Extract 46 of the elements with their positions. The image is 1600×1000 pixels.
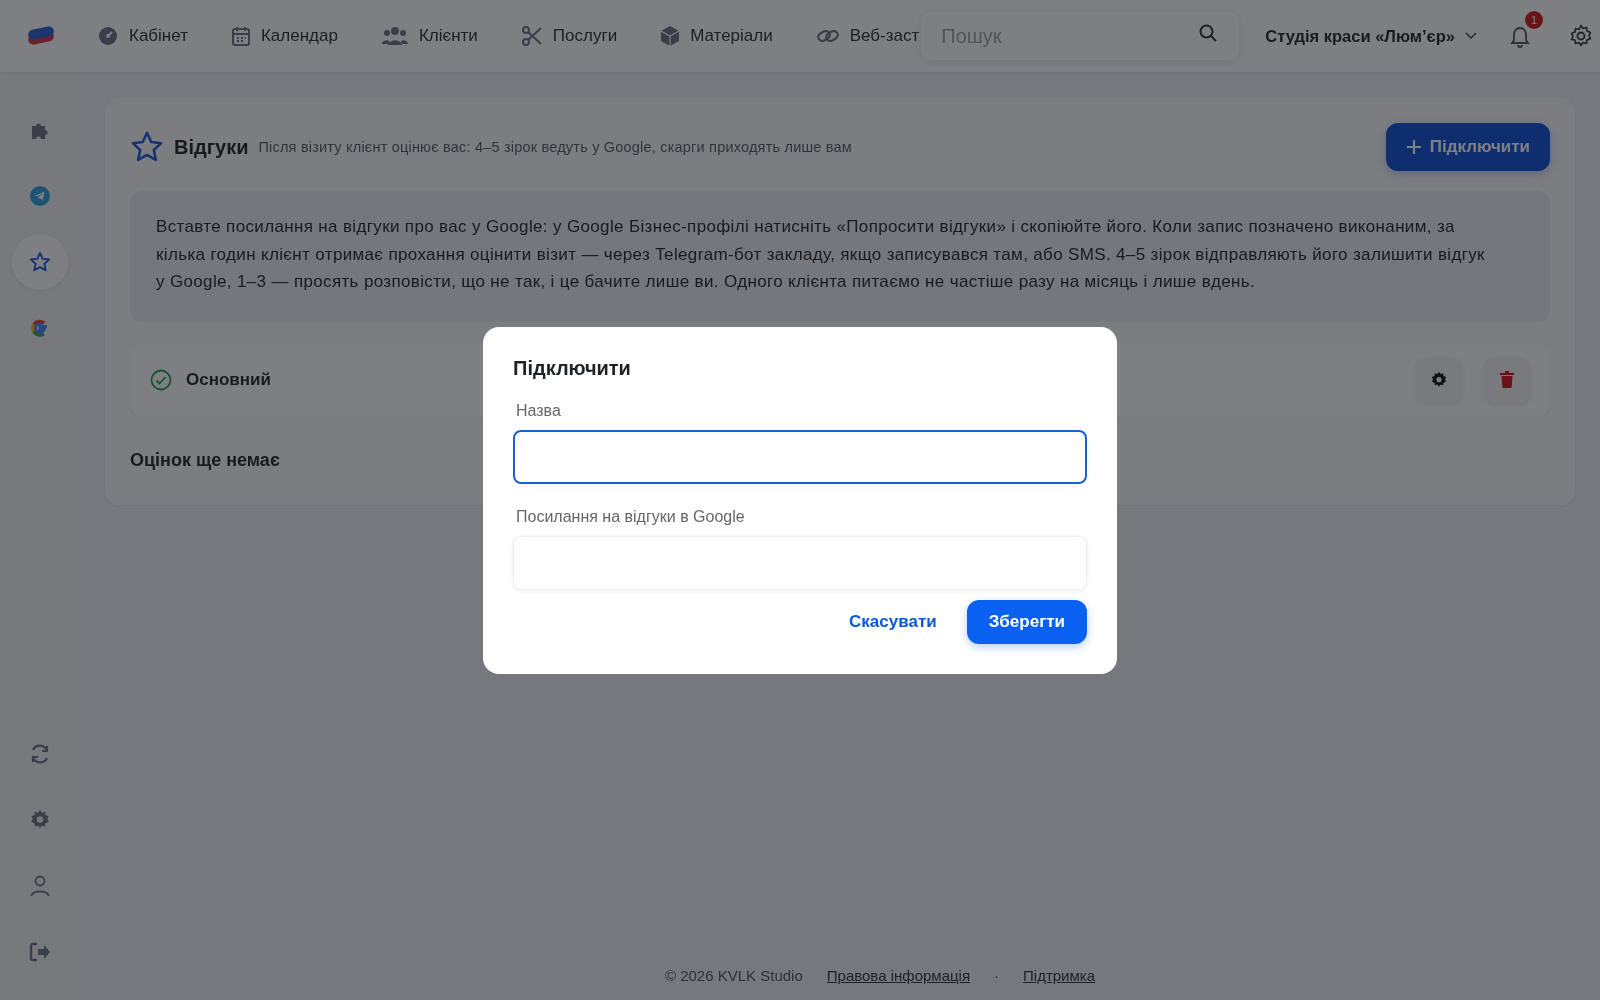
search-icon[interactable]	[1199, 24, 1218, 42]
nav-link[interactable]: Веб-заст	[816, 26, 920, 46]
info-text: Вставте посилання на відгуки про вас у Google: у Google Бізнес-профілі натисніть «Попросити відгуки» і скопіюйте його. Коли запис позначено виконаним, за кілька годин клієнт отримає прохання оцінити візит — через Telegram-бот закладу, якщо записувався там, або SMS. 4–5 зірок відправляють його залишити відгук у Google, 1–3 — просять розповісти, що не так, і це бачите лише ви. Одного клієнта питаємо не частіше разу на місяць і лише вдень.	[130, 191, 1550, 322]
settings-icon[interactable]	[1568, 24, 1593, 48]
studio-menu[interactable]: Студія краси «Люм’єр»	[1265, 26, 1477, 46]
save-button[interactable]: Зберегти	[966, 599, 1087, 644]
connect-button[interactable]: Підключити	[1385, 123, 1550, 171]
bell-icon	[1509, 26, 1530, 48]
empty-state-text: Оцінок ще немає	[130, 449, 281, 471]
separator-dot: ·	[994, 967, 1000, 984]
cube-icon	[661, 26, 680, 46]
nav-link[interactable]: Кабінет	[98, 26, 188, 46]
settings-icon	[1430, 370, 1448, 389]
page-subtitle: Після візиту клієнт оцінює вас: 4–5 зірок ведуть у Google, скарги приходять лише вам	[258, 139, 852, 155]
copyright-text: © 2026 KVLK Studio	[664, 967, 803, 984]
gauge-icon	[98, 26, 118, 46]
logout-icon	[29, 942, 51, 962]
integration-name: Основний	[186, 369, 271, 390]
footer-link[interactable]: Підтримка	[1023, 967, 1096, 984]
chevron-down-icon	[1464, 32, 1477, 40]
input-field[interactable]	[513, 429, 1087, 484]
star-icon	[130, 130, 164, 164]
nav-link[interactable]: Клієнти	[381, 26, 478, 46]
users-icon	[381, 26, 408, 46]
paper-plane-icon	[30, 186, 50, 206]
notifications-button[interactable]: 1	[1506, 11, 1543, 51]
nav-link[interactable]: Календар	[231, 26, 338, 46]
google-g-icon	[30, 318, 50, 338]
page-title: Відгуки	[174, 135, 249, 159]
footer-link[interactable]: Правова інформація	[826, 967, 971, 984]
notification-count: 1	[1524, 11, 1543, 29]
scissors-icon	[521, 26, 542, 46]
logo-icon[interactable]	[26, 25, 56, 47]
dialog-title: Підключити	[513, 356, 632, 380]
nav-link[interactable]: Матеріали	[661, 26, 773, 46]
nav-link[interactable]: Послуги	[521, 26, 618, 46]
user-icon	[30, 875, 50, 897]
settings-icon	[29, 809, 51, 831]
plus-icon	[1405, 139, 1422, 155]
star-icon	[29, 251, 51, 273]
trash-icon	[1499, 370, 1515, 389]
field-label: Посилання на відгуки в Google	[516, 507, 746, 526]
calendar-icon	[231, 26, 250, 46]
refresh-icon	[29, 743, 51, 765]
cancel-button[interactable]: Скасувати	[849, 599, 937, 644]
field-label: Назва	[516, 401, 562, 420]
